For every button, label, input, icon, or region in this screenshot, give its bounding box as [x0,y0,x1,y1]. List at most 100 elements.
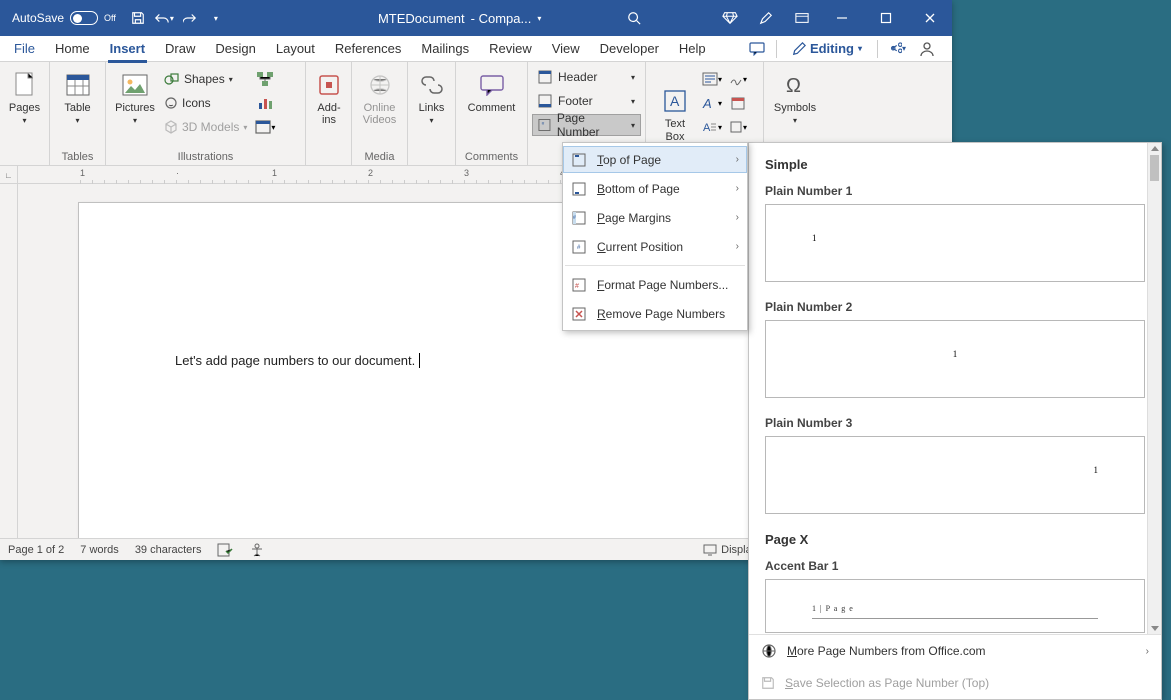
gallery-item-plain-number-1[interactable]: 1 [765,204,1145,282]
group-label: Illustrations [112,151,299,165]
datetime-button[interactable] [726,92,750,114]
page-margins-icon: # [571,210,587,226]
addins-button[interactable]: Add- ins [312,66,346,130]
video-label: Online Videos [363,102,396,126]
comments-pane-icon[interactable] [744,38,770,60]
chevron-down-icon[interactable]: ▾ [537,14,541,23]
group-label [312,151,345,165]
status-chars[interactable]: 39 characters [135,544,202,556]
qat-customize[interactable]: ▾ [204,6,228,30]
save-icon[interactable] [126,6,150,30]
chevron-down-icon: ▾ [793,116,797,125]
tab-help[interactable]: Help [669,36,716,62]
scroll-up-arrow[interactable] [1148,143,1161,155]
screenshot-button[interactable]: ▾ [253,116,277,138]
document-title: MTEDocument [378,11,465,26]
gallery-scroll[interactable]: Simple Plain Number 1 1 Plain Number 2 1… [749,143,1161,634]
header-button[interactable]: Header▾ [532,66,641,88]
pen-icon[interactable] [748,0,784,36]
format-icon: # [571,277,587,293]
wordart-button[interactable]: A▾ [700,92,724,114]
tab-draw[interactable]: Draw [155,36,205,62]
autosave-state: Off [104,13,116,23]
table-button[interactable]: Table ▾ [56,66,99,129]
menu-format-page-numbers[interactable]: # Format Page Numbers... [563,270,747,299]
menu-remove-page-numbers[interactable]: Remove Page Numbers [563,299,747,328]
title-right [712,0,952,36]
status-words[interactable]: 7 words [80,544,119,556]
tab-design[interactable]: Design [205,36,265,62]
group-label [6,151,43,165]
more-from-office-button[interactable]: More Page Numbers from Office.com › [749,635,1161,667]
quickparts-button[interactable]: ▾ [700,68,724,90]
minimize-button[interactable] [820,0,864,36]
tab-layout[interactable]: Layout [266,36,325,62]
object-button[interactable]: ▾ [726,116,750,138]
shapes-button[interactable]: Shapes▾ [160,68,251,90]
tab-mailings[interactable]: Mailings [411,36,479,62]
maximize-button[interactable] [864,0,908,36]
share-button[interactable]: ▾ [884,38,910,60]
pages-button[interactable]: Pages ▾ [6,66,43,129]
menu-bottom-of-page[interactable]: Bottom of Page › [563,174,747,203]
tab-references[interactable]: References [325,36,411,62]
gallery-item-accent-bar-1[interactable]: 1 | P a g e [765,579,1145,633]
chevron-down-icon: ▾ [133,116,137,125]
chart-button[interactable] [253,92,277,114]
3d-models-button[interactable]: 3D Models▾ [160,116,251,138]
redo-button[interactable] [178,6,202,30]
tab-file[interactable]: File [4,36,45,62]
diamond-icon[interactable] [712,0,748,36]
pictures-button[interactable]: Pictures ▾ [112,66,158,129]
chevron-down-icon: ▾ [243,123,247,132]
search-icon[interactable] [616,0,652,36]
scroll-thumb[interactable] [1150,155,1159,181]
signature-button[interactable]: ▾ [726,68,750,90]
tab-selector[interactable]: ∟ [0,166,18,184]
pages-icon [10,70,40,100]
autosave-toggle[interactable]: AutoSave Off [12,11,116,25]
page-number-button[interactable]: #Page Number▾ [532,114,641,136]
ribbon-options-icon[interactable] [784,0,820,36]
tab-view[interactable]: View [542,36,590,62]
tab-home[interactable]: Home [45,36,100,62]
tab-insert[interactable]: Insert [100,36,155,62]
links-button[interactable]: Links ▾ [414,66,449,129]
undo-button[interactable]: ▾ [152,6,176,30]
symbols-button[interactable]: Ω Symbols ▾ [770,66,820,129]
account-icon[interactable] [914,38,940,60]
gallery-category-simple: Simple [765,157,1145,172]
tab-review[interactable]: Review [479,36,542,62]
icons-icon [164,96,178,110]
smartart-button[interactable] [253,68,277,90]
dropcap-button[interactable]: A▾ [700,116,724,138]
editing-mode-button[interactable]: Editing ▾ [783,38,871,59]
group-label: Tables [56,151,99,165]
svg-text:A: A [670,93,680,109]
scrollbar[interactable] [1147,143,1161,634]
monitor-icon [703,544,717,556]
page-top-icon [571,152,587,168]
close-button[interactable] [908,0,952,36]
gallery-item-label: Plain Number 3 [765,416,1145,430]
gallery-item-plain-number-3[interactable]: 1 [765,436,1145,514]
spellcheck-icon[interactable] [217,543,233,557]
icons-button[interactable]: Icons [160,92,251,114]
scroll-down-arrow[interactable] [1148,622,1161,634]
menu-top-of-page[interactable]: Top of Page › [563,146,747,173]
footer-button[interactable]: Footer▾ [532,90,641,112]
comment-button[interactable]: Comment [462,66,521,118]
tab-developer[interactable]: Developer [590,36,669,62]
divider [812,618,1098,619]
gallery-item-plain-number-2[interactable]: 1 [765,320,1145,398]
online-videos-button[interactable]: Online Videos [358,66,401,130]
table-icon [63,70,93,100]
status-page[interactable]: Page 1 of 2 [8,544,64,556]
pages-label: Pages [9,102,40,114]
chevron-down-icon: ▾ [429,116,433,125]
accessibility-icon[interactable] [249,543,265,557]
gallery-item-label: Accent Bar 1 [765,559,1145,573]
menu-current-position[interactable]: # Current Position › [563,232,747,261]
menu-page-margins[interactable]: # Page Margins › [563,203,747,232]
ruler-vertical[interactable] [0,184,18,538]
